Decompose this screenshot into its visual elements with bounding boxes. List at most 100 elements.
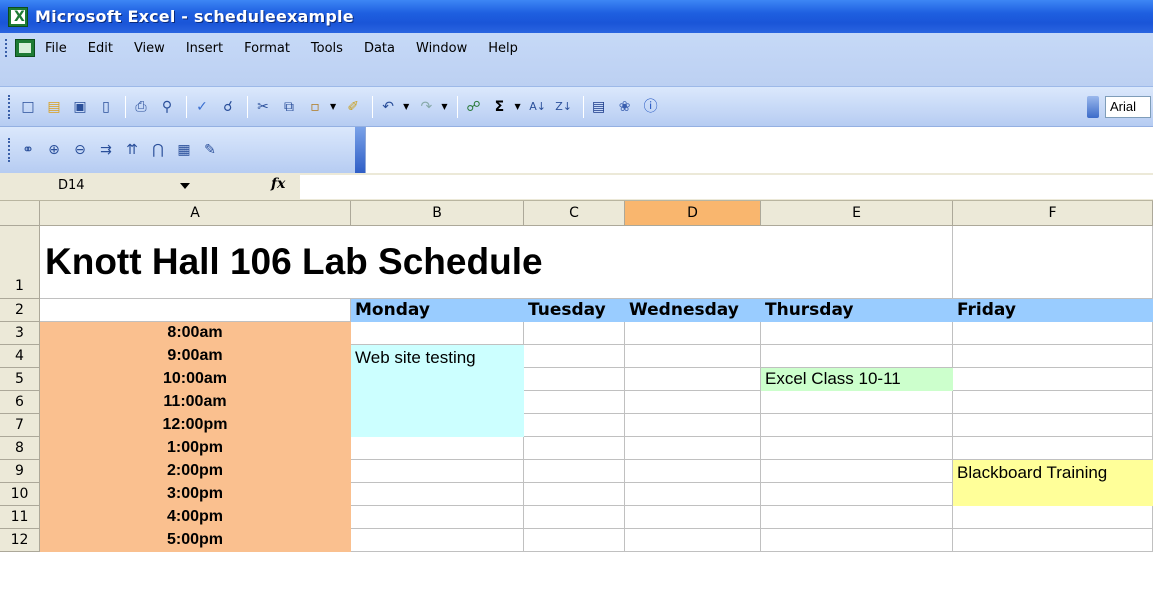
cell-f6[interactable] xyxy=(953,391,1153,414)
cell-f12[interactable] xyxy=(953,529,1153,552)
cell-c3[interactable] xyxy=(524,322,625,345)
spelling-icon[interactable]: ✓ xyxy=(191,96,213,118)
cell-d9[interactable] xyxy=(625,460,761,483)
cell-d8[interactable] xyxy=(625,437,761,460)
time-slot[interactable]: 4:00pm xyxy=(40,506,351,529)
cell-c11[interactable] xyxy=(524,506,625,529)
cell-e12[interactable] xyxy=(761,529,953,552)
cell-c5[interactable] xyxy=(524,368,625,391)
toolbar-grip[interactable] xyxy=(8,94,11,119)
toolbar-options-icon[interactable] xyxy=(1087,96,1099,118)
column-header-f[interactable]: F xyxy=(953,201,1153,226)
row-header-5[interactable]: 5 xyxy=(0,368,40,391)
row-header-1[interactable]: 1 xyxy=(0,226,40,299)
cell-c6[interactable] xyxy=(524,391,625,414)
menu-file[interactable]: File xyxy=(45,41,67,56)
name-box-dropdown-icon[interactable] xyxy=(180,183,190,189)
row-header-7[interactable]: 7 xyxy=(0,414,40,437)
toolbar-options-icon[interactable] xyxy=(355,127,365,173)
cell-e9[interactable] xyxy=(761,460,953,483)
cell-f4[interactable] xyxy=(953,345,1153,368)
cell-e4[interactable] xyxy=(761,345,953,368)
cell-d11[interactable] xyxy=(625,506,761,529)
column-header-c[interactable]: C xyxy=(524,201,625,226)
day-header-tuesday[interactable]: Tuesday xyxy=(524,299,625,322)
cell-a2[interactable] xyxy=(40,299,351,322)
cell-d7[interactable] xyxy=(625,414,761,437)
sort-ascending-icon[interactable]: A↓ xyxy=(527,96,549,118)
trace-dependents-icon[interactable]: ⇈ xyxy=(121,139,143,161)
cell-d4[interactable] xyxy=(625,345,761,368)
cell-d10[interactable] xyxy=(625,483,761,506)
name-box[interactable]: D14 xyxy=(58,176,176,198)
paste-icon[interactable]: ▫ xyxy=(304,96,326,118)
cell-e10[interactable] xyxy=(761,483,953,506)
cell-e8[interactable] xyxy=(761,437,953,460)
save-icon[interactable]: ▣ xyxy=(69,96,91,118)
time-slot[interactable]: 8:00am xyxy=(40,322,351,345)
new-icon[interactable]: □ xyxy=(17,96,39,118)
row-header-12[interactable]: 12 xyxy=(0,529,40,552)
time-slot[interactable]: 10:00am xyxy=(40,368,351,391)
cell-f11[interactable] xyxy=(953,506,1153,529)
day-header-monday[interactable]: Monday xyxy=(351,299,524,322)
cell-c8[interactable] xyxy=(524,437,625,460)
sort-descending-icon[interactable]: Z↓ xyxy=(553,96,575,118)
column-header-d[interactable]: D xyxy=(625,201,761,226)
zoom-out-icon[interactable]: ⊖ xyxy=(69,139,91,161)
time-slot[interactable]: 12:00pm xyxy=(40,414,351,437)
column-header-e[interactable]: E xyxy=(761,201,953,226)
zoom-in-icon[interactable]: ⊕ xyxy=(43,139,65,161)
cell-e3[interactable] xyxy=(761,322,953,345)
row-header-4[interactable]: 4 xyxy=(0,345,40,368)
font-name-box[interactable]: Arial xyxy=(1105,96,1151,118)
workbook-icon[interactable] xyxy=(15,39,35,57)
time-slot[interactable]: 2:00pm xyxy=(40,460,351,483)
filter-icon[interactable]: ⋂ xyxy=(147,139,169,161)
day-header-wednesday[interactable]: Wednesday xyxy=(625,299,761,322)
cell-b3[interactable] xyxy=(351,322,524,345)
cell-c10[interactable] xyxy=(524,483,625,506)
menu-tools[interactable]: Tools xyxy=(311,41,343,56)
properties-icon[interactable]: ✎ xyxy=(199,139,221,161)
paste-dropdown-icon[interactable]: ▼ xyxy=(330,102,336,111)
hyperlink-icon[interactable]: ☍ xyxy=(462,96,484,118)
cell-f1[interactable] xyxy=(953,226,1153,299)
toolbar-grip[interactable] xyxy=(8,138,11,162)
cell-d3[interactable] xyxy=(625,322,761,345)
cell-d12[interactable] xyxy=(625,529,761,552)
cut-icon[interactable]: ✂ xyxy=(252,96,274,118)
calculator-icon[interactable]: ▦ xyxy=(173,139,195,161)
column-header-a[interactable]: A xyxy=(40,201,351,226)
row-header-9[interactable]: 9 xyxy=(0,460,40,483)
cell-f8[interactable] xyxy=(953,437,1153,460)
cell-c12[interactable] xyxy=(524,529,625,552)
day-header-friday[interactable]: Friday xyxy=(953,299,1153,322)
help-icon[interactable]: ⓘ xyxy=(640,96,662,118)
row-header-3[interactable]: 3 xyxy=(0,322,40,345)
cell-c7[interactable] xyxy=(524,414,625,437)
format-painter-icon[interactable]: ✐ xyxy=(342,96,364,118)
sheet-title[interactable]: Knott Hall 106 Lab Schedule xyxy=(40,226,761,299)
menu-data[interactable]: Data xyxy=(364,41,395,56)
select-all-corner[interactable] xyxy=(0,201,40,226)
row-header-8[interactable]: 8 xyxy=(0,437,40,460)
event-blackboard-training[interactable]: Blackboard Training xyxy=(953,460,1153,506)
time-slot[interactable]: 1:00pm xyxy=(40,437,351,460)
menu-window[interactable]: Window xyxy=(416,41,467,56)
insert-function-icon[interactable]: fx xyxy=(271,176,285,192)
menu-help[interactable]: Help xyxy=(488,41,518,56)
event-web-site-testing[interactable]: Web site testing xyxy=(351,345,524,437)
menu-edit[interactable]: Edit xyxy=(88,41,113,56)
find-icon[interactable]: ⚭ xyxy=(17,139,39,161)
permission-icon[interactable]: ▯ xyxy=(95,96,117,118)
day-header-thursday[interactable]: Thursday xyxy=(761,299,953,322)
undo-icon[interactable]: ↶ xyxy=(377,96,399,118)
cell-b9[interactable] xyxy=(351,460,524,483)
cell-b10[interactable] xyxy=(351,483,524,506)
column-header-b[interactable]: B xyxy=(351,201,524,226)
cell-e11[interactable] xyxy=(761,506,953,529)
drawing-icon[interactable]: ❀ xyxy=(614,96,636,118)
print-icon[interactable]: ⎙ xyxy=(130,96,152,118)
event-excel-class[interactable]: Excel Class 10-11 xyxy=(761,368,953,391)
